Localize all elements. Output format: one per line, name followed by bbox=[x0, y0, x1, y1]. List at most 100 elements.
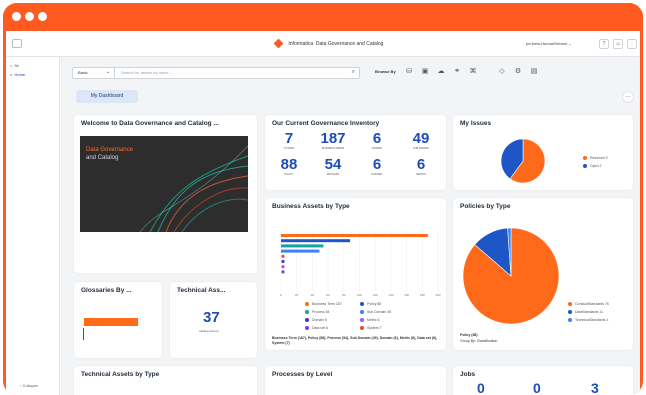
legend-label: Business Term 187 bbox=[312, 302, 342, 306]
legend-swatch bbox=[568, 302, 572, 307]
bar-sub-domain[interactable] bbox=[281, 249, 320, 253]
technical-assets-count-value[interactable]: 37 bbox=[203, 309, 220, 326]
bar-domain[interactable] bbox=[281, 259, 285, 264]
legend-swatch bbox=[583, 164, 587, 169]
policies-footnote-2: Group By: Classification bbox=[460, 339, 498, 343]
bar-business-term[interactable] bbox=[281, 234, 428, 237]
legend-item-conduct: ConductStandards 76 bbox=[568, 302, 609, 307]
legend-item: Process 54 bbox=[305, 310, 330, 315]
business-assets-footnote: Business Term (187), Policy (88), Proces… bbox=[272, 336, 438, 345]
stat-domain[interactable]: 6 domain bbox=[356, 131, 398, 151]
stat-sub-domain[interactable]: 49 sub domain bbox=[400, 131, 442, 151]
network-icon[interactable]: ⌘ bbox=[468, 67, 478, 77]
sidebar-item-label: Nt bbox=[14, 63, 19, 68]
legend-swatch bbox=[360, 310, 364, 315]
x-tick-label: 60 bbox=[326, 293, 330, 297]
legend-item: Sub Domain 49 bbox=[360, 310, 391, 315]
glossaries-axis bbox=[83, 328, 84, 340]
stat-label: dataset bbox=[371, 173, 383, 176]
legend-item: Business Term 187 bbox=[305, 302, 342, 307]
app-brand: Informatica Data Governance and Catalog bbox=[273, 38, 384, 49]
x-tick-label: 100 bbox=[357, 293, 362, 297]
jobs-value-3[interactable]: 3 bbox=[591, 380, 599, 395]
stat-process[interactable]: 54 process bbox=[312, 157, 354, 177]
legend-swatch bbox=[583, 156, 587, 161]
stat-system[interactable]: 7 system bbox=[268, 131, 310, 151]
legend-label: Metric 6 bbox=[367, 318, 380, 322]
processes-card: Processes by Level bbox=[265, 366, 446, 395]
processes-title: Processes by Level bbox=[272, 371, 333, 378]
search-mode-select[interactable]: Basic bbox=[73, 67, 115, 78]
settings-icon[interactable]: ⚙ bbox=[513, 67, 523, 77]
business-assets-bar-chart: 0 20 40 60 80 100 120 140 160 180 200 bbox=[280, 230, 441, 297]
stat-label: sub domain bbox=[413, 147, 429, 150]
search-input[interactable]: Search for assets by name... bbox=[121, 68, 172, 78]
legend-swatch bbox=[360, 302, 364, 307]
browse-by-label: Browse By bbox=[375, 69, 396, 74]
stat-business-terms[interactable]: 187 business terms bbox=[312, 130, 354, 151]
cloud-icon[interactable]: ☁ bbox=[436, 67, 446, 77]
main-content: Basic Search for assets by name... ⌕ Bro… bbox=[60, 57, 640, 395]
sidebar-item-home[interactable]: ⌕ Home bbox=[10, 72, 25, 77]
legend-swatch bbox=[360, 326, 364, 331]
sidebar-item-label: Home bbox=[14, 72, 26, 77]
collapse-label: Collapse bbox=[22, 383, 39, 388]
legend-item: System 7 bbox=[360, 326, 382, 331]
legend-swatch bbox=[568, 318, 572, 323]
stat-label: policy bbox=[284, 173, 294, 176]
policies-footnote-1: Policy (88) bbox=[460, 333, 478, 337]
document-icon[interactable]: ▤ bbox=[529, 67, 539, 77]
bar-policy[interactable] bbox=[281, 239, 351, 243]
stat-metric[interactable]: 6 metric bbox=[400, 157, 442, 177]
database-icon[interactable]: ⛁ bbox=[404, 67, 414, 77]
user-icon[interactable]: ☺ bbox=[613, 39, 623, 49]
legend-item-data: DataStandards 11 bbox=[568, 310, 603, 315]
link-icon[interactable]: ⚭ bbox=[452, 67, 462, 77]
stat-policy[interactable]: 88 policy bbox=[268, 157, 310, 177]
lock-icon[interactable]: ▣ bbox=[420, 67, 430, 77]
menu-toggle-icon[interactable] bbox=[12, 39, 22, 48]
brand-name: Informatica bbox=[288, 40, 314, 47]
org-selector[interactable]: prt-beta-HumanService ⌄ bbox=[526, 41, 572, 46]
sidebar-item-nt[interactable]: ⌂ Nt bbox=[10, 63, 19, 68]
issues-pie-chart bbox=[501, 139, 545, 183]
more-options-icon[interactable]: … bbox=[622, 91, 634, 103]
stat-dataset[interactable]: 6 dataset bbox=[356, 157, 398, 177]
inventory-title: Our Current Governance Inventory bbox=[272, 120, 380, 127]
bar-data-set[interactable] bbox=[281, 270, 285, 274]
welcome-card: Welcome to Data Governance and Catalog .… bbox=[74, 115, 257, 273]
tab-my-dashboard[interactable]: My Dashboard bbox=[76, 90, 138, 103]
legend-item-technical: TechnicalStandards 1 bbox=[568, 318, 608, 323]
tag-icon[interactable]: ◇ bbox=[497, 67, 507, 77]
legend-item: Data set 6 bbox=[305, 326, 328, 331]
stat-value: 187 bbox=[320, 130, 346, 147]
help-icon[interactable]: ? bbox=[599, 39, 609, 49]
app-title: Data Governance and Catalog bbox=[315, 40, 384, 47]
policies-card: Policies by Type ConductStandards 76 Dat… bbox=[453, 198, 633, 350]
x-tick-label: 40 bbox=[311, 293, 315, 297]
bar-process[interactable] bbox=[281, 244, 324, 248]
apps-icon[interactable]: ⋮ bbox=[627, 39, 637, 49]
window-minimize-dot[interactable] bbox=[25, 12, 34, 21]
search-icon[interactable]: ⌕ bbox=[352, 69, 355, 76]
business-assets-card: Business Assets by Type 0 20 40 60 80 100 120 1… bbox=[265, 198, 446, 350]
window-titlebar bbox=[3, 3, 643, 31]
collapse-button[interactable]: ‹ Collapse bbox=[20, 383, 38, 388]
technical-assets-count-title: Technical Ass... bbox=[177, 287, 226, 294]
x-tick-label: 160 bbox=[404, 293, 409, 297]
bar-metric[interactable] bbox=[281, 265, 285, 269]
app-screen: Informatica Data Governance and Catalog … bbox=[6, 31, 640, 395]
browser-window: Informatica Data Governance and Catalog … bbox=[3, 3, 643, 395]
policies-pie-chart bbox=[463, 228, 559, 324]
jobs-card: Jobs 0 0 3 bbox=[453, 366, 633, 395]
jobs-value-2[interactable]: 0 bbox=[533, 380, 541, 395]
technical-assets-type-title: Technical Assets by Type bbox=[81, 371, 160, 378]
welcome-banner-image: Data Governance and Catalog bbox=[80, 136, 248, 232]
window-close-dot[interactable] bbox=[12, 12, 21, 21]
bar-system[interactable] bbox=[281, 254, 285, 258]
welcome-title: Welcome to Data Governance and Catalog .… bbox=[81, 120, 219, 127]
x-tick-label: 80 bbox=[342, 293, 346, 297]
window-maximize-dot[interactable] bbox=[38, 12, 47, 21]
my-issues-title: My Issues bbox=[460, 120, 492, 127]
jobs-value-1[interactable]: 0 bbox=[477, 380, 485, 395]
